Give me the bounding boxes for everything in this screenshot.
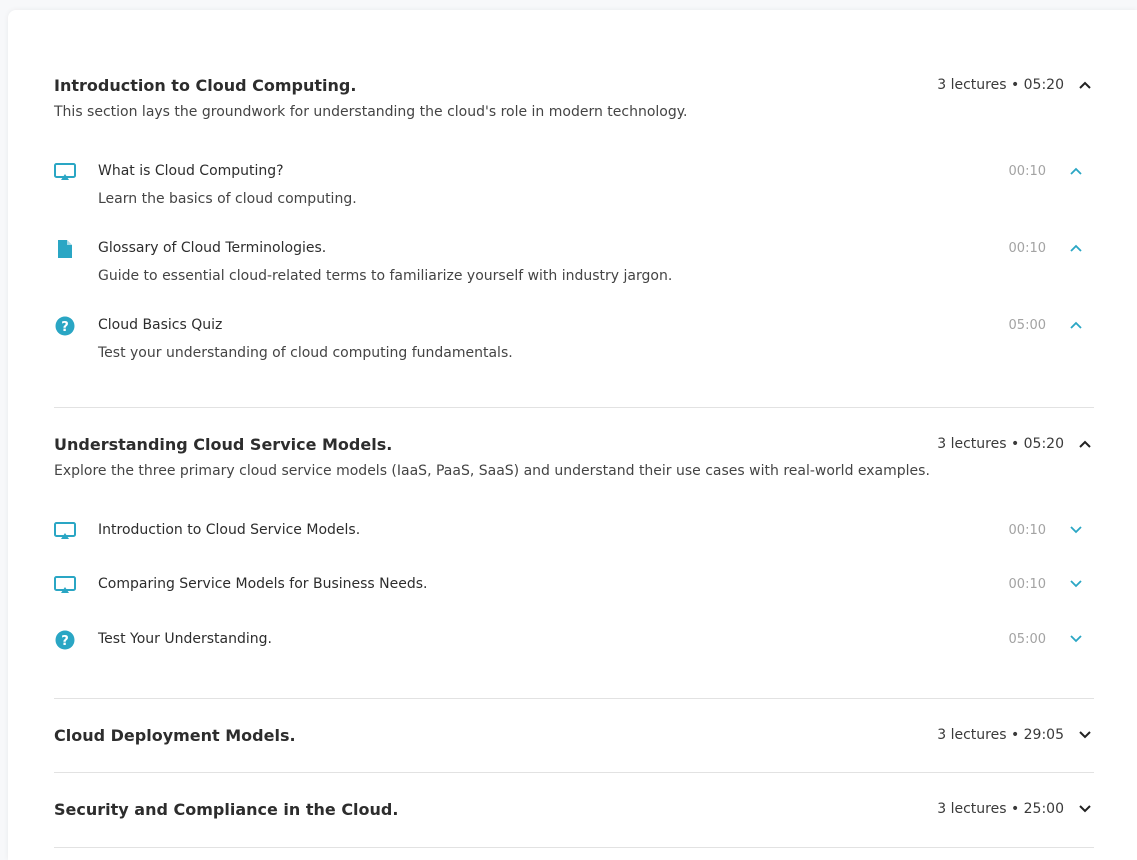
svg-text:?: ? xyxy=(61,634,69,649)
chevron-down-icon[interactable] xyxy=(1068,576,1084,592)
lecture-duration: 00:10 xyxy=(1008,241,1046,256)
section-header[interactable]: Introduction to Cloud Computing. 3 lectu… xyxy=(54,76,1094,102)
divider xyxy=(54,772,1094,773)
chevron-down-icon[interactable] xyxy=(1076,726,1094,744)
video-icon xyxy=(54,575,76,595)
lecture-duration: 05:00 xyxy=(1008,318,1046,333)
document-icon xyxy=(54,239,76,259)
lecture-duration: 00:10 xyxy=(1008,164,1046,179)
lecture-title[interactable]: Glossary of Cloud Terminologies. xyxy=(98,240,326,256)
section-header[interactable]: Security and Compliance in the Cloud. 3 … xyxy=(54,800,1094,826)
lecture-duration: 00:10 xyxy=(1008,577,1046,592)
chevron-down-icon[interactable] xyxy=(1076,800,1094,818)
section-description: Explore the three primary cloud service … xyxy=(54,463,930,479)
section-cloud-deployment-models: Cloud Deployment Models. 3 lectures • 29… xyxy=(54,726,1094,752)
video-icon xyxy=(54,521,76,541)
lecture-item[interactable]: What is Cloud Computing? 00:10 Learn the… xyxy=(54,161,1094,207)
lecture-description: Test your understanding of cloud computi… xyxy=(98,345,513,361)
quiz-icon: ? xyxy=(54,316,76,336)
lecture-title[interactable]: Cloud Basics Quiz xyxy=(98,317,222,333)
chevron-down-icon[interactable] xyxy=(1068,522,1084,538)
section-meta: 3 lectures • 29:05 xyxy=(937,727,1064,743)
section-header[interactable]: Cloud Deployment Models. 3 lectures • 29… xyxy=(54,726,1094,752)
chevron-up-icon[interactable] xyxy=(1068,163,1084,179)
chevron-up-icon[interactable] xyxy=(1068,317,1084,333)
chevron-up-icon[interactable] xyxy=(1068,240,1084,256)
lecture-item[interactable]: ? Cloud Basics Quiz 05:00 Test your unde… xyxy=(54,315,1094,361)
lecture-description: Guide to essential cloud-related terms t… xyxy=(98,268,673,284)
divider xyxy=(54,407,1094,408)
chevron-up-icon[interactable] xyxy=(1076,76,1094,94)
lecture-item[interactable]: Glossary of Cloud Terminologies. 00:10 G… xyxy=(54,238,1094,284)
section-meta: 3 lectures • 25:00 xyxy=(937,801,1064,817)
lecture-title[interactable]: Comparing Service Models for Business Ne… xyxy=(98,576,428,592)
lecture-item[interactable]: ? Test Your Understanding. 05:00 xyxy=(54,629,1094,653)
section-security-and-compliance: Security and Compliance in the Cloud. 3 … xyxy=(54,800,1094,826)
lecture-title[interactable]: Introduction to Cloud Service Models. xyxy=(98,522,360,538)
section-description: This section lays the groundwork for und… xyxy=(54,104,688,120)
lecture-description: Learn the basics of cloud computing. xyxy=(98,191,357,207)
section-understanding-cloud-service-models: Understanding Cloud Service Models. 3 le… xyxy=(54,435,1094,479)
divider xyxy=(54,698,1094,699)
svg-text:?: ? xyxy=(61,320,69,335)
course-curriculum-card: Introduction to Cloud Computing. 3 lectu… xyxy=(8,10,1137,860)
lecture-duration: 00:10 xyxy=(1008,523,1046,538)
section-meta: 3 lectures • 05:20 xyxy=(937,436,1064,452)
section-title: Cloud Deployment Models. xyxy=(54,726,296,745)
lecture-duration: 05:00 xyxy=(1008,632,1046,647)
divider xyxy=(54,847,1094,848)
quiz-icon: ? xyxy=(54,630,76,650)
section-header[interactable]: Understanding Cloud Service Models. 3 le… xyxy=(54,435,1094,461)
section-title: Introduction to Cloud Computing. xyxy=(54,76,357,95)
section-title: Understanding Cloud Service Models. xyxy=(54,435,393,454)
lecture-title[interactable]: What is Cloud Computing? xyxy=(98,163,284,179)
section-title: Security and Compliance in the Cloud. xyxy=(54,800,399,819)
video-icon xyxy=(54,162,76,182)
chevron-up-icon[interactable] xyxy=(1076,435,1094,453)
lecture-item[interactable]: Introduction to Cloud Service Models. 00… xyxy=(54,520,1094,544)
chevron-down-icon[interactable] xyxy=(1068,631,1084,647)
lecture-item[interactable]: Comparing Service Models for Business Ne… xyxy=(54,574,1094,598)
lecture-title[interactable]: Test Your Understanding. xyxy=(98,631,272,647)
section-introduction-to-cloud-computing: Introduction to Cloud Computing. 3 lectu… xyxy=(54,76,1094,120)
section-meta: 3 lectures • 05:20 xyxy=(937,77,1064,93)
